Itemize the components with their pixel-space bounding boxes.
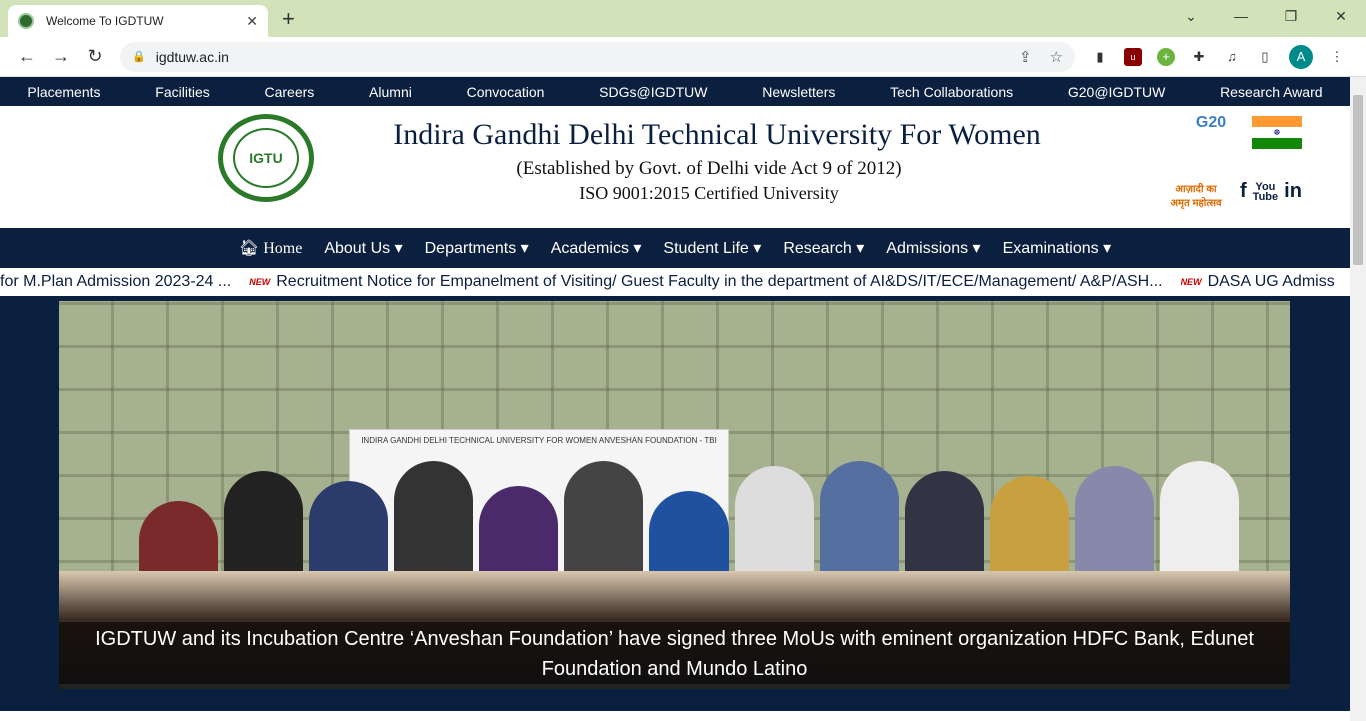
nav-home[interactable]: 🏠︎ Home — [239, 238, 302, 258]
nav-examinations-label: Examinations — [1002, 240, 1099, 257]
g20-logo[interactable]: G20 — [1186, 114, 1236, 152]
new-tab-button[interactable]: + — [282, 6, 295, 32]
grammar-extension-icon[interactable]: + — [1157, 47, 1175, 66]
lock-icon[interactable]: 🔒 — [132, 50, 146, 63]
hero-slider: INDIRA GANDHI DELHI TECHNICAL UNIVERSITY… — [0, 296, 1350, 711]
india-flag-icon: ☸ — [1252, 116, 1302, 149]
url-text[interactable]: igdtuw.ac.in — [156, 49, 1001, 65]
nav-careers[interactable]: Careers — [265, 84, 315, 100]
omnibox[interactable]: 🔒 igdtuw.ac.in ⇪ ☆ — [120, 41, 1075, 72]
close-window-button[interactable]: ✕ — [1316, 0, 1366, 32]
nav-convocation[interactable]: Convocation — [467, 84, 545, 100]
nav-alumni[interactable]: Alumni — [369, 84, 412, 100]
nav-student-life[interactable]: Student Life ▾ — [663, 238, 761, 258]
reader-mode-icon[interactable]: ▮ — [1091, 48, 1109, 66]
university-name: Indira Gandhi Delhi Technical University… — [393, 118, 1041, 151]
reload-button[interactable]: ↻ — [78, 46, 112, 67]
nav-student-life-label: Student Life — [663, 240, 749, 257]
tab-search-icon[interactable]: ⌄ — [1166, 0, 1216, 32]
nav-home-label: Home — [263, 240, 303, 257]
site-header: IGTU Indira Gandhi Delhi Technical Unive… — [0, 106, 1350, 228]
extensions-bar: ▮ u + ✚ ♫ ▯ A ⋮ — [1091, 44, 1346, 69]
nav-departments-label: Departments — [424, 240, 517, 257]
azadi-amrit-logo: आज़ादी का अमृत महोत्सव — [1170, 184, 1222, 209]
ticker-item[interactable]: Recruitment Notice for Empanelment of Vi… — [276, 273, 1162, 291]
news-ticker: for M.Plan Admission 2023-24 ... NEW Rec… — [0, 268, 1350, 296]
ticker-item[interactable]: for M.Plan Admission 2023-24 ... — [0, 273, 231, 291]
social-links: f You Tube in — [1240, 180, 1302, 203]
profile-avatar[interactable]: A — [1289, 44, 1313, 69]
linkedin-icon[interactable]: in — [1284, 180, 1302, 203]
extensions-puzzle-icon[interactable]: ✚ — [1190, 48, 1208, 66]
restore-button[interactable]: ❐ — [1266, 0, 1316, 32]
nav-research[interactable]: Research ▾ — [783, 238, 864, 258]
nav-research-award[interactable]: Research Award — [1220, 84, 1322, 100]
nav-examinations[interactable]: Examinations ▾ — [1003, 238, 1112, 258]
menu-kebab-icon[interactable]: ⋮ — [1328, 48, 1346, 66]
new-badge-icon: NEW — [1180, 277, 1202, 287]
nav-academics[interactable]: Academics ▾ — [551, 238, 642, 258]
nav-g20[interactable]: G20@IGDTUW — [1068, 84, 1165, 100]
media-control-icon[interactable]: ♫ — [1223, 48, 1241, 66]
nav-newsletters[interactable]: Newsletters — [762, 84, 835, 100]
nav-about-us[interactable]: About Us ▾ — [324, 238, 402, 258]
nav-departments[interactable]: Departments ▾ — [425, 238, 529, 258]
back-button[interactable]: ← — [10, 46, 44, 67]
home-icon: 🏠︎ — [238, 240, 264, 257]
scrollbar-thumb[interactable] — [1353, 95, 1363, 265]
nav-facilities[interactable]: Facilities — [155, 84, 209, 100]
top-quick-links: Placements Facilities Careers Alumni Con… — [0, 77, 1350, 106]
hero-caption: IGDTUW and its Incubation Centre ‘Anvesh… — [59, 622, 1290, 684]
nav-about-label: About Us — [324, 240, 391, 257]
page-scrollbar[interactable] — [1350, 77, 1366, 721]
close-tab-icon[interactable]: ✕ — [246, 13, 258, 30]
minimize-button[interactable]: — — [1216, 0, 1266, 32]
ublock-icon[interactable]: u — [1124, 47, 1142, 66]
nav-admissions[interactable]: Admissions ▾ — [886, 238, 980, 258]
ticker-item[interactable]: DASA UG Admiss — [1208, 273, 1335, 291]
nav-admissions-label: Admissions — [886, 240, 969, 257]
window-controls: ⌄ — ❐ ✕ — [1166, 0, 1366, 32]
nav-sdgs[interactable]: SDGs@IGDTUW — [599, 84, 707, 100]
established-line: (Established by Govt. of Delhi vide Act … — [516, 158, 902, 179]
main-navigation: 🏠︎ Home About Us ▾ Departments ▾ Academi… — [0, 228, 1350, 268]
forward-button[interactable]: → — [44, 46, 78, 67]
nav-academics-label: Academics — [550, 240, 629, 257]
nav-placements[interactable]: Placements — [27, 84, 100, 100]
nav-research-label: Research — [783, 240, 852, 257]
address-bar-row: ← → ↻ 🔒 igdtuw.ac.in ⇪ ☆ ▮ u + ✚ ♫ ▯ A ⋮ — [0, 37, 1366, 77]
tab-title: Welcome To IGDTUW — [46, 14, 164, 28]
site-favicon-icon — [18, 13, 34, 29]
browser-tab-strip: Welcome To IGDTUW ✕ + ⌄ — ❐ ✕ — [0, 0, 1366, 37]
iso-line: ISO 9001:2015 Certified University — [579, 183, 839, 203]
share-icon[interactable]: ⇪ — [1019, 48, 1032, 66]
new-badge-icon: NEW — [249, 277, 271, 287]
web-page: Placements Facilities Careers Alumni Con… — [0, 77, 1350, 721]
facebook-icon[interactable]: f — [1240, 180, 1247, 203]
bookmark-star-icon[interactable]: ☆ — [1050, 48, 1063, 66]
youtube-icon[interactable]: You Tube — [1253, 181, 1278, 202]
side-panel-icon[interactable]: ▯ — [1256, 48, 1274, 66]
nav-tech-collaborations[interactable]: Tech Collaborations — [890, 84, 1013, 100]
browser-tab[interactable]: Welcome To IGDTUW ✕ — [8, 5, 268, 37]
